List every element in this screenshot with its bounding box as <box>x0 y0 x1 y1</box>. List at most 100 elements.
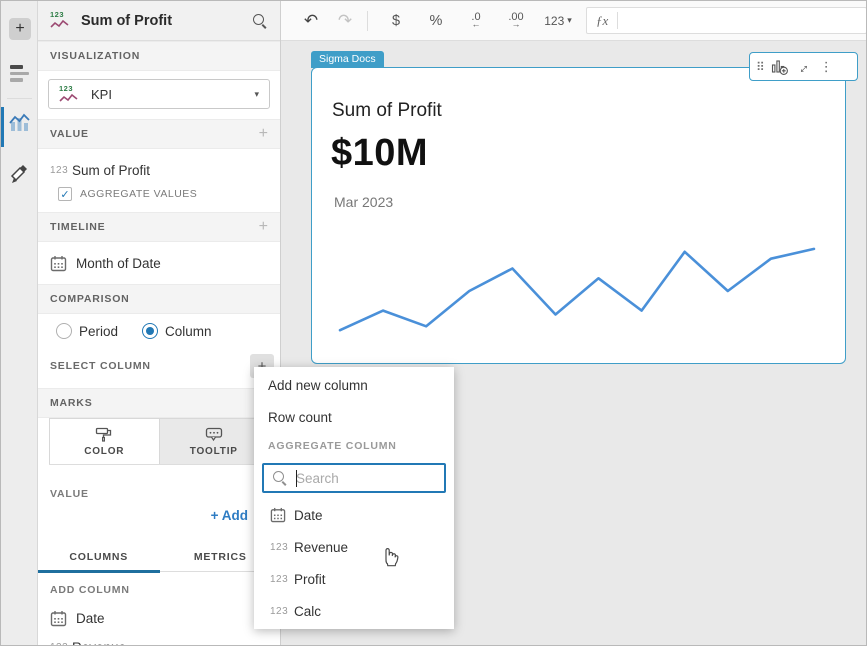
undo-button[interactable]: ↶ <box>297 7 325 35</box>
number-type-icon: 123 <box>50 164 69 176</box>
calendar-icon <box>50 255 67 272</box>
increase-decimal-button[interactable]: .00 → <box>502 7 530 35</box>
timeline-field-row[interactable]: Month of Date <box>38 249 280 277</box>
number-type-icon: 123 <box>270 541 289 553</box>
kpi-sparkline <box>338 247 816 332</box>
chart-tool-icon[interactable] <box>9 113 30 138</box>
dropdown-search-box <box>262 463 446 493</box>
redo-button[interactable]: ↷ <box>331 7 359 35</box>
percent-format-button[interactable]: % <box>422 7 450 35</box>
text-cursor <box>296 470 297 487</box>
rail-divider <box>7 98 32 99</box>
maximize-icon[interactable]: ↔ <box>791 56 812 77</box>
chevron-down-icon: ▾ <box>254 88 259 99</box>
menu-item-label: Revenue <box>294 539 349 555</box>
column-label: Date <box>76 610 105 626</box>
tooltip-bubble-icon <box>205 427 222 441</box>
number-type-icon: 123 <box>270 573 289 585</box>
section-visualization: VISUALIZATION <box>38 41 280 71</box>
menu-item-profit[interactable]: 123 Profit <box>254 563 454 595</box>
add-column-label: ADD COLUMN <box>50 584 130 596</box>
menu-item-revenue[interactable]: 123 Revenue <box>254 531 454 563</box>
column-label: Revenue <box>72 640 126 646</box>
column-list-item[interactable]: Date <box>38 605 281 631</box>
marks-value-label: VALUE <box>50 488 89 500</box>
selected-visualization: KPI <box>91 86 112 102</box>
number-type-icon: 123 <box>50 642 72 646</box>
bottom-tabs: COLUMNS METRICS <box>38 543 281 573</box>
hand-cursor-icon <box>385 548 399 567</box>
left-rail: + <box>1 1 38 645</box>
calendar-icon <box>270 507 286 523</box>
menu-item-row-count[interactable]: Row count <box>254 401 454 433</box>
menu-item-calc[interactable]: 123 Calc <box>254 595 454 627</box>
tab-tooltip[interactable]: TOOLTIP <box>159 418 269 464</box>
element-toolbar: ⠿ ↔ ⋮ <box>749 52 858 81</box>
workbook-badge: Sigma Docs <box>311 51 384 68</box>
field-label: Sum of Profit <box>72 162 151 178</box>
kpi-value: $10M <box>331 132 429 174</box>
value-field-row[interactable]: 123 Sum of Profit <box>38 157 280 183</box>
element-panel: 123 Sum of Profit VISUALIZATION 123 KPI … <box>38 1 281 646</box>
calendar-icon <box>50 610 67 627</box>
decrease-decimal-button[interactable]: .0 ← <box>462 7 490 35</box>
tab-color[interactable]: COLOR <box>49 418 160 464</box>
fx-icon: ƒx <box>596 12 609 28</box>
number-format-dropdown[interactable]: 123 ▾ <box>544 7 572 35</box>
app-root: + 123 Sum of Profit VISUALIZATION 123 KP… <box>0 0 867 646</box>
panel-title: Sum of Profit <box>81 12 173 29</box>
section-comparison: COMPARISON <box>38 284 280 314</box>
search-icon <box>272 470 288 486</box>
add-element-button[interactable]: + <box>9 18 31 40</box>
radio-label[interactable]: Column <box>165 324 212 339</box>
formula-input[interactable] <box>618 8 866 33</box>
more-menu-icon[interactable]: ⋮ <box>820 59 833 75</box>
format-brush-icon[interactable] <box>9 163 29 190</box>
add-value-link[interactable]: + Add <box>211 508 248 523</box>
radio-period[interactable] <box>56 323 72 339</box>
menu-item-label: Date <box>294 507 323 523</box>
tab-columns[interactable]: COLUMNS <box>38 543 160 573</box>
select-column-row: SELECT COLUMN + <box>38 351 280 381</box>
radio-column[interactable] <box>142 323 159 339</box>
column-list-item[interactable]: 123 Revenue <box>38 634 281 646</box>
toolbar-divider <box>367 10 368 31</box>
section-label: MARKS <box>50 397 93 409</box>
section-value: VALUE + <box>38 119 280 149</box>
radio-label[interactable]: Period <box>79 324 118 339</box>
search-icon[interactable] <box>252 13 268 29</box>
select-column-dropdown: Add new column Row count AGGREGATE COLUM… <box>254 367 454 629</box>
add-timeline-button[interactable]: + <box>259 219 268 235</box>
kpi-card[interactable]: Sum of Profit $10M Mar 2023 <box>311 67 846 364</box>
aggregate-values-row: AGGREGATE VALUES <box>38 183 280 205</box>
section-label: TIMELINE <box>50 221 106 233</box>
search-input[interactable] <box>296 470 426 486</box>
checkbox-label: AGGREGATE VALUES <box>80 188 198 200</box>
menu-item-date[interactable]: Date <box>254 499 454 531</box>
active-tool-indicator <box>1 107 4 147</box>
currency-format-button[interactable]: $ <box>382 7 410 35</box>
tab-label: COLOR <box>84 445 125 457</box>
section-marks: MARKS <box>38 388 280 418</box>
aggregate-column-label: AGGREGATE COLUMN <box>268 440 397 452</box>
kpi-type-icon: 123 <box>59 84 81 104</box>
menu-item-add-new-column[interactable]: Add new column <box>254 369 454 401</box>
paint-roller-icon <box>96 427 112 442</box>
section-label: SELECT COLUMN <box>50 360 151 372</box>
marks-tabs: COLOR TOOLTIP <box>49 418 269 465</box>
format-toolbar: ↶ ↷ $ % .0 ← .00 → 123 ▾ ƒx <box>281 1 866 41</box>
explore-chart-icon[interactable] <box>771 58 788 75</box>
section-label: VISUALIZATION <box>50 50 141 62</box>
drag-handle-icon[interactable]: ⠿ <box>756 60 765 74</box>
panel-header: 123 Sum of Profit <box>38 1 280 41</box>
menu-item-label: Profit <box>294 571 326 587</box>
kpi-title: Sum of Profit <box>332 100 442 121</box>
section-label: COMPARISON <box>50 293 130 305</box>
outline-icon[interactable] <box>10 65 29 82</box>
kpi-element-icon: 123 <box>50 11 72 30</box>
add-value-button[interactable]: + <box>259 126 268 142</box>
aggregate-values-checkbox[interactable] <box>58 187 72 201</box>
visualization-type-select[interactable]: 123 KPI ▾ <box>48 79 270 109</box>
formula-bar: ƒx <box>586 7 866 34</box>
kpi-caption: Mar 2023 <box>334 194 394 210</box>
